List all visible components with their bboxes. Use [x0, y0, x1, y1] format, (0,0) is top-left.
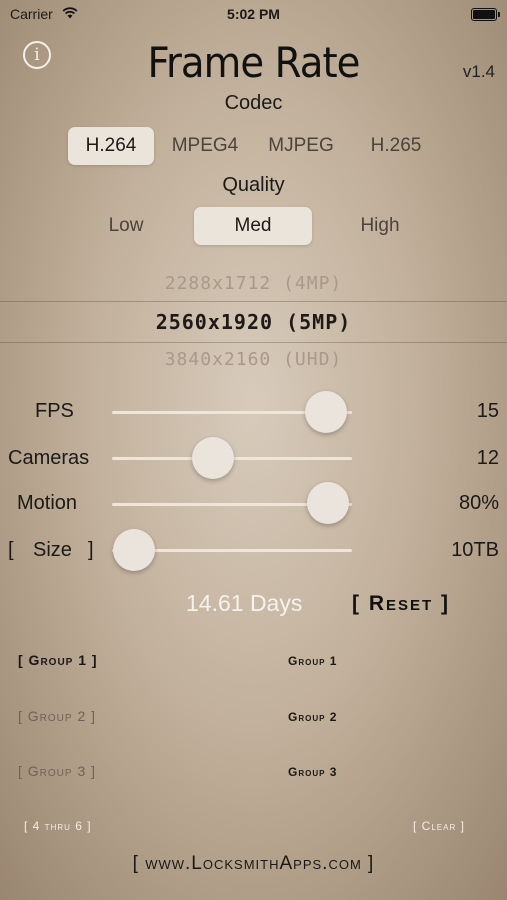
resolution-option-above[interactable]: 2288x1712 (4MP) [0, 273, 507, 294]
cameras-value: 12 [476, 447, 499, 469]
website-link[interactable]: [ www.LocksmithApps.com ] [0, 853, 507, 875]
fps-label: FPS [35, 400, 74, 422]
quality-option-low[interactable]: Low [66, 207, 186, 245]
fps-value: 15 [476, 400, 499, 422]
reset-button[interactable]: [ Reset ] [352, 592, 450, 616]
group-2-name: Group 2 [288, 710, 338, 724]
size-label-open-bracket: [ [8, 539, 14, 561]
codec-option-mjpeg[interactable]: MJPEG [256, 127, 346, 165]
battery-icon [471, 8, 500, 21]
resolution-option-selected[interactable]: 2560x1920 (5MP) [0, 310, 507, 334]
size-value: 10TB [451, 539, 499, 561]
version-label: v1.4 [462, 62, 495, 81]
group-1-button[interactable]: [ Group 1 ] [18, 652, 98, 668]
size-label: Size [33, 539, 72, 561]
quality-option-high[interactable]: High [320, 207, 440, 245]
codec-option-mpeg4[interactable]: MPEG4 [162, 127, 248, 165]
group-1-name: Group 1 [288, 654, 338, 668]
cameras-label: Cameras [8, 447, 90, 469]
codec-option-h264[interactable]: H.264 [68, 127, 154, 165]
days-result: 14.61 Days [186, 590, 303, 616]
group-3-name: Group 3 [288, 765, 338, 779]
clear-button[interactable]: [ Clear ] [413, 819, 465, 833]
page-title: Frame Rate [147, 38, 360, 87]
fps-slider-thumb[interactable] [304, 391, 347, 433]
quality-label: Quality [222, 174, 285, 196]
quality-option-med[interactable]: Med [194, 207, 312, 245]
motion-slider-thumb[interactable] [307, 482, 350, 524]
picker-divider-bottom [0, 342, 507, 343]
size-slider-thumb[interactable] [112, 529, 155, 571]
motion-label: Motion [17, 492, 78, 514]
clock-time: 5:02 PM [227, 6, 280, 22]
group-3-button[interactable]: [ Group 3 ] [18, 763, 96, 779]
motion-value: 80% [458, 492, 499, 514]
cameras-slider-thumb[interactable] [191, 437, 234, 479]
picker-divider-top [0, 301, 507, 302]
codec-option-h265[interactable]: H.265 [352, 127, 440, 165]
resolution-option-below[interactable]: 3840x2160 (UHD) [0, 349, 507, 370]
codec-label: Codec [224, 92, 283, 114]
size-label-close-bracket: ] [88, 539, 94, 561]
status-bar: Carrier 5:02 PM [0, 0, 507, 28]
groups-4-thru-6-button[interactable]: [ 4 thru 6 ] [24, 819, 92, 833]
group-2-button[interactable]: [ Group 2 ] [18, 708, 96, 724]
